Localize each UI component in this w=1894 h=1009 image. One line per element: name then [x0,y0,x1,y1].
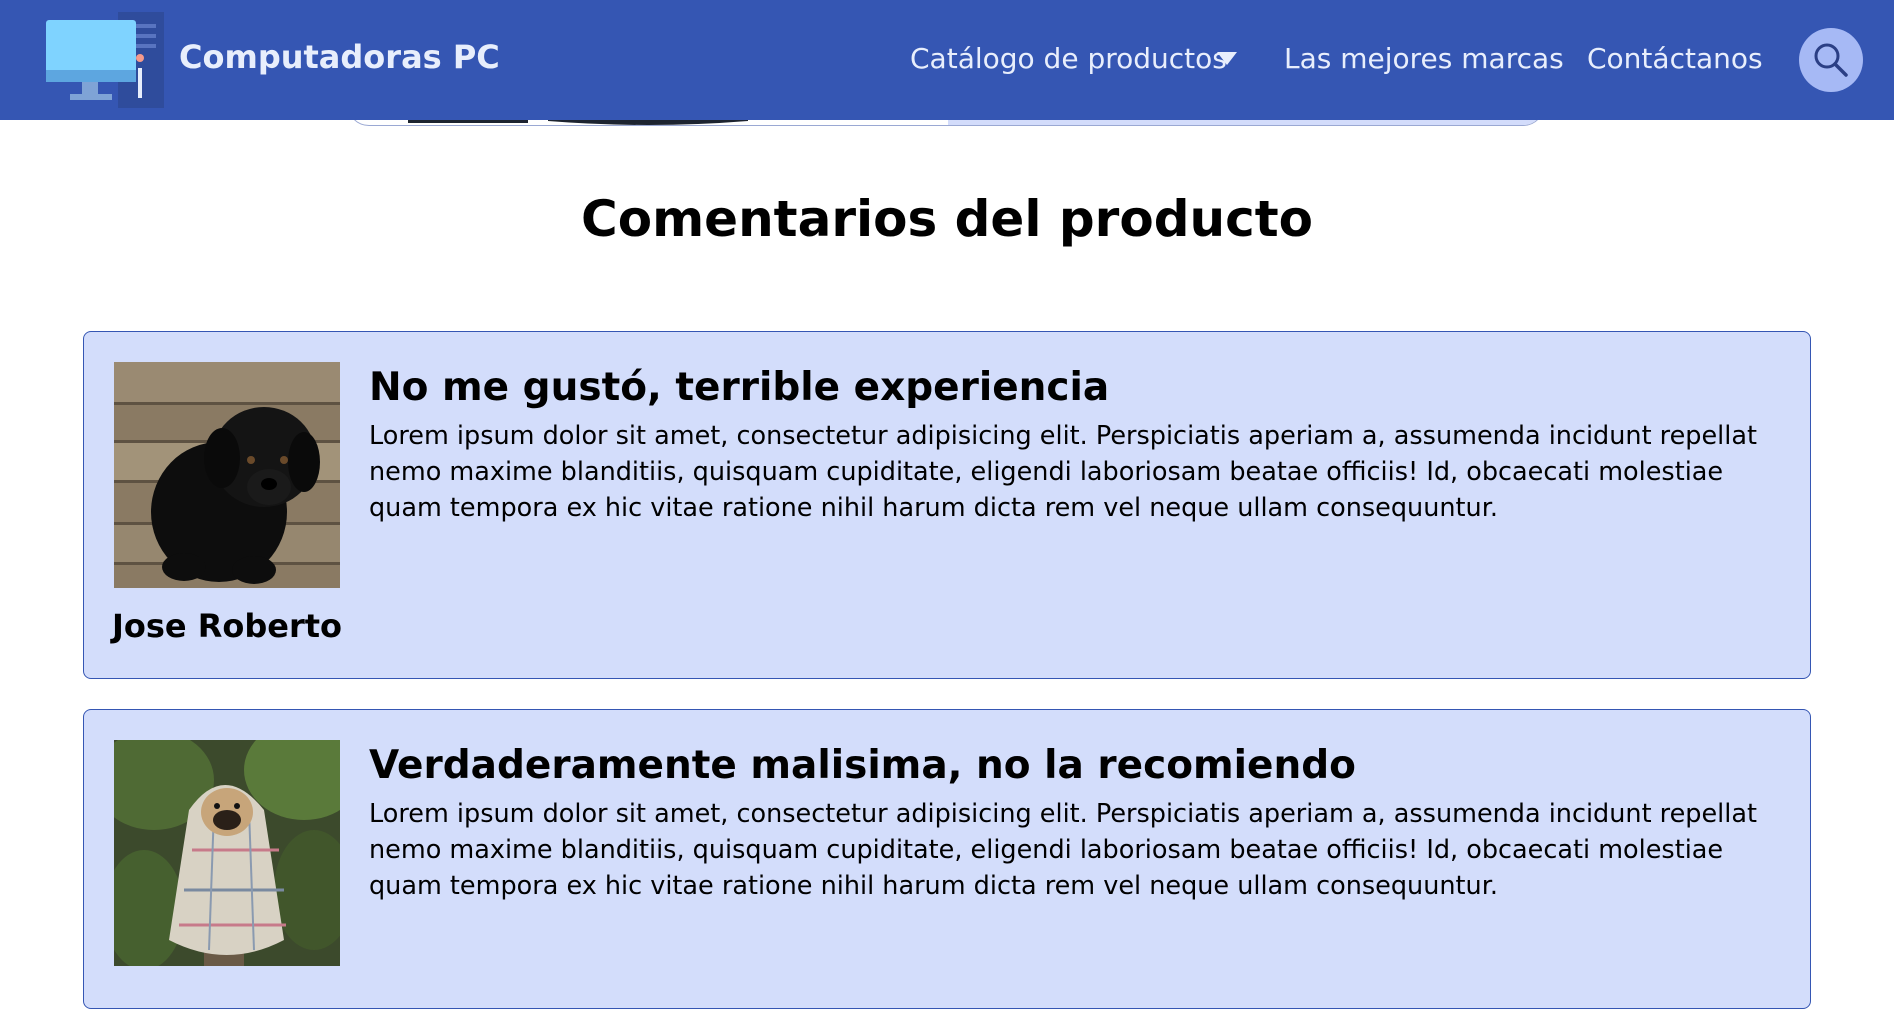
black-puppy-photo [114,362,340,588]
pug-in-blanket-photo [114,740,340,966]
brand-name[interactable]: Computadoras PC [179,38,500,76]
nav-brands-link[interactable]: Las mejores marcas [1284,42,1564,75]
computer-monitor-icon[interactable] [46,12,164,108]
reviewer-avatar [114,362,340,588]
nav-catalog-dropdown[interactable]: Catálogo de productos [910,42,1237,75]
caret-down-icon [1217,52,1237,65]
review-card: Jose Roberto No me gustó, terrible exper… [83,331,1811,679]
review-body: Lorem ipsum dolor sit amet, consectetur … [369,799,1757,901]
section-title: Comentarios del producto [581,190,1313,248]
navbar: Computadoras PC Catálogo de productos La… [0,0,1894,120]
review-title: No me gustó, terrible experiencia [369,365,1110,410]
search-icon [1814,43,1848,77]
review-card: Verdaderamente malisima, no la recomiend… [83,709,1811,1009]
reviewer-name: Jose Roberto [111,607,343,645]
search-button[interactable] [1799,28,1863,92]
reviewer-avatar [114,740,340,966]
nav-contact-link[interactable]: Contáctanos [1587,42,1763,75]
review-title: Verdaderamente malisima, no la recomiend… [369,743,1356,788]
review-body: Lorem ipsum dolor sit amet, consectetur … [369,421,1757,523]
nav-catalog-label: Catálogo de productos [910,42,1227,75]
